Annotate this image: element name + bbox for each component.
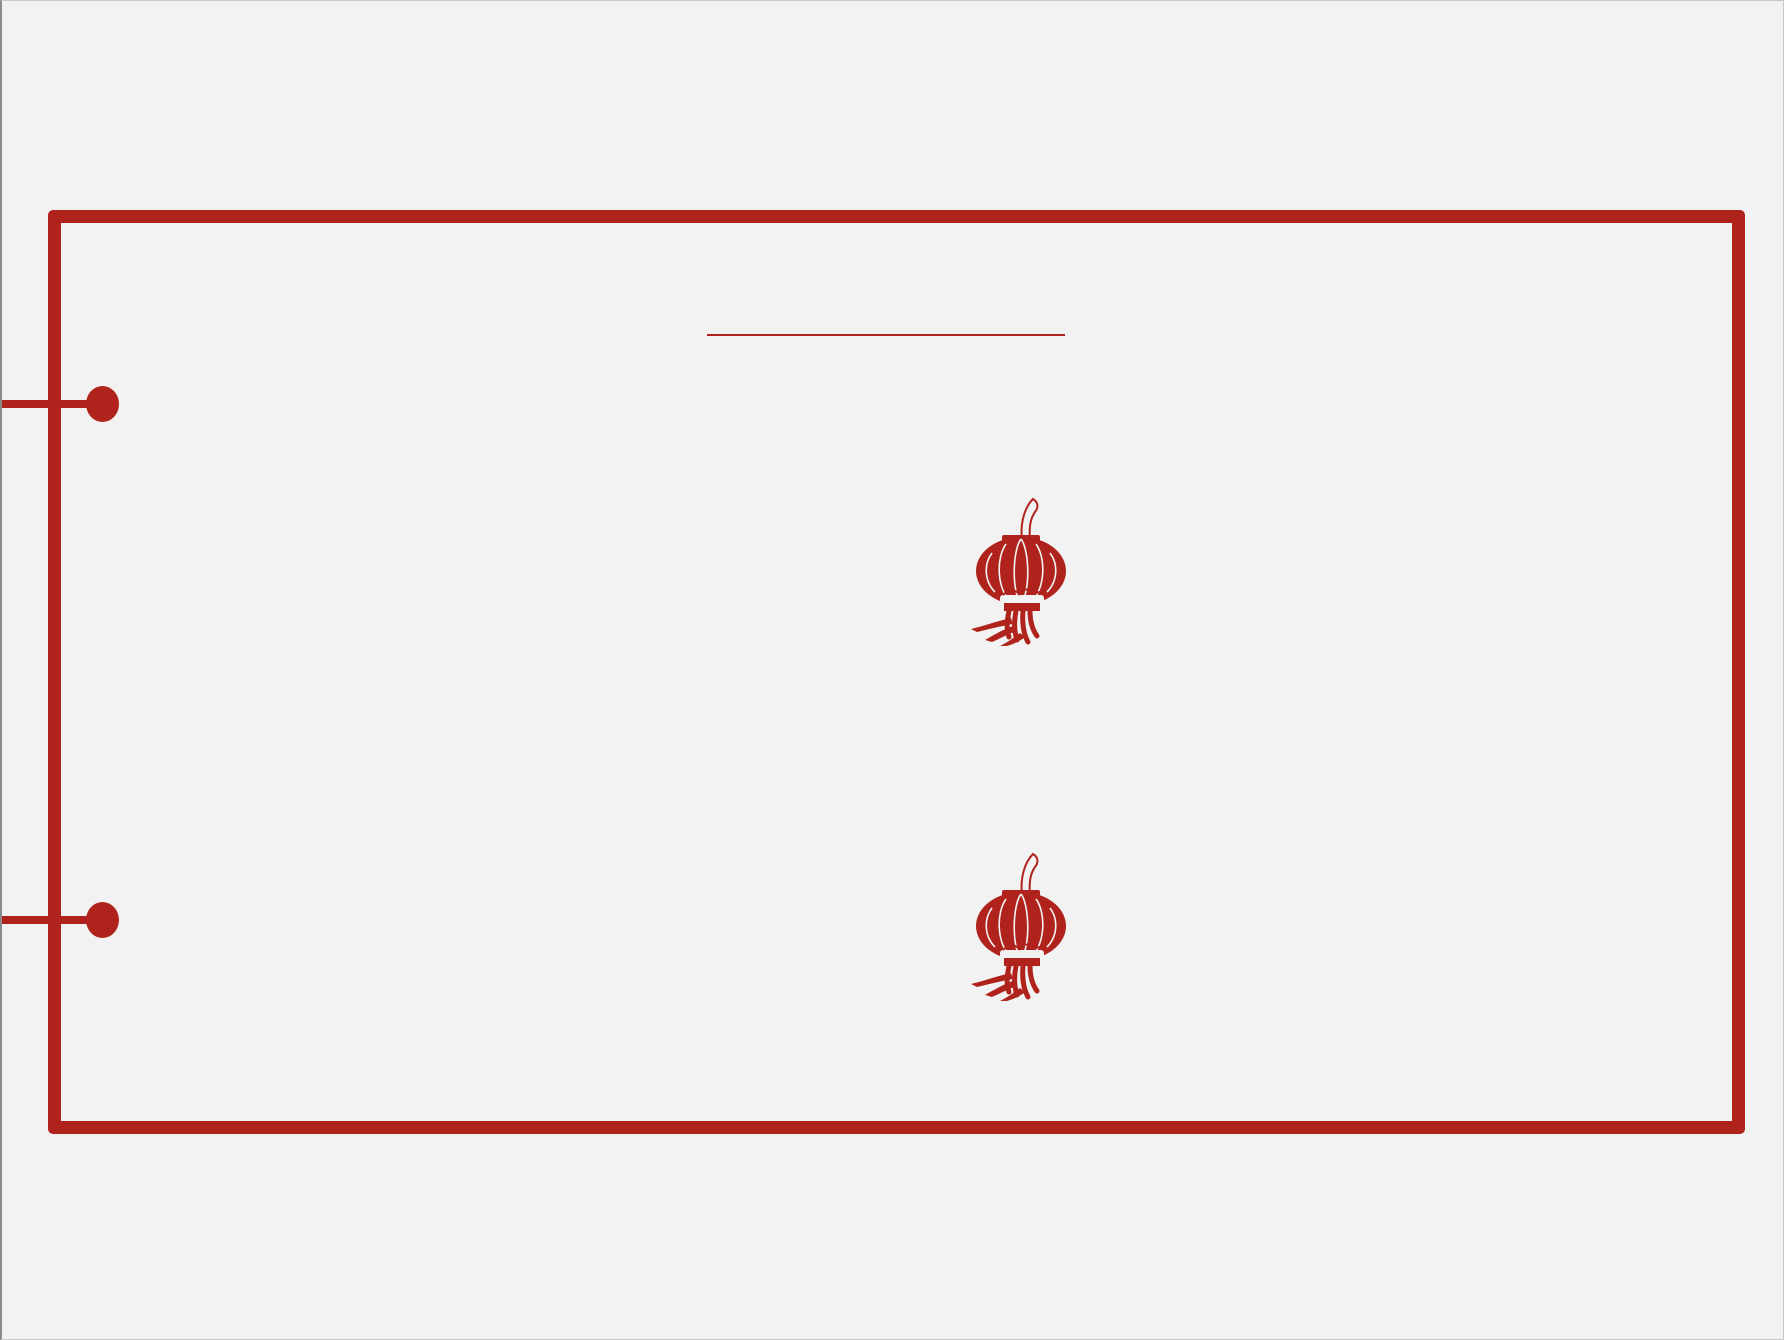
slide-page (0, 0, 1784, 1340)
binding-top (2, 386, 120, 422)
slide-frame (48, 210, 1745, 1134)
binding-bottom (2, 902, 120, 938)
binding-knot-icon (86, 386, 119, 422)
binding-knot-icon (86, 902, 119, 938)
lantern-icon (959, 852, 1069, 1002)
lantern-icon (959, 497, 1069, 647)
title-underline (707, 334, 1065, 336)
